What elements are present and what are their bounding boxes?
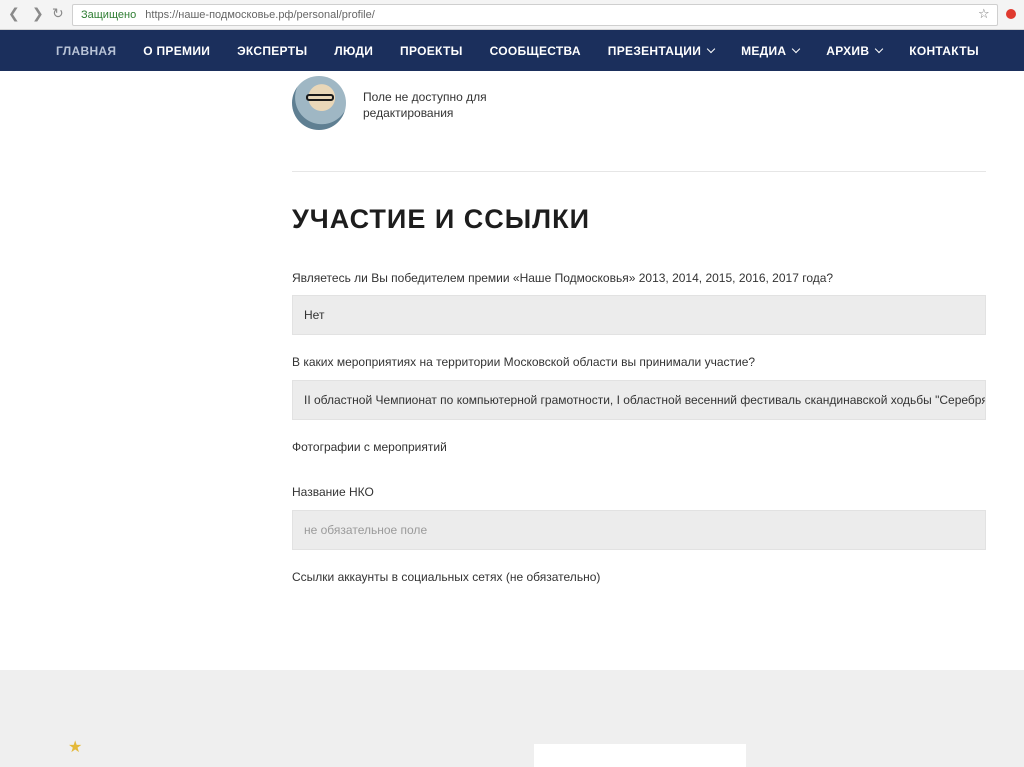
nav-item-label: ПРЕЗЕНТАЦИИ [607, 43, 702, 58]
social-links-label: Ссылки аккаунты в социальных сетях (не о… [292, 570, 601, 584]
section-divider [292, 171, 986, 172]
browser-toolbar: ❮ ❯ ↻ Защищено https://наше-подмосковье.… [0, 0, 1024, 30]
winner-answer-field[interactable]: Нет [292, 295, 986, 335]
avatar-glasses [306, 94, 334, 101]
photos-label: Фотографии с мероприятий [292, 440, 447, 454]
footer-search-strip [534, 744, 746, 767]
secure-label: Защищено [81, 9, 137, 21]
address-bar[interactable]: Защищено https://наше-подмосковье.рф/per… [72, 4, 998, 26]
nav-item-label: АРХИВ [826, 43, 870, 58]
nav-item-5[interactable]: СООБЩЕСТВА [490, 44, 581, 58]
main-navigation: ГЛАВНАЯ О ПРЕМИИ ЭКСПЕРТЫ ЛЮДИ ПРОЕКТЫ СООБЩЕ… [0, 30, 1024, 71]
nav-item-label: ЛЮДИ [334, 43, 374, 58]
nav-item-1[interactable]: О ПРЕМИИ [143, 44, 210, 58]
nav-item-label: СООБЩЕСТВА [489, 43, 581, 58]
footer-logo-icon: ★ [68, 739, 83, 756]
chevron-down-icon [792, 44, 801, 54]
back-arrow-icon[interactable]: ❮ [8, 6, 20, 20]
avatar-note: Поле не доступно для редактирования [363, 90, 487, 120]
nav-item-label: МЕДИА [741, 43, 787, 58]
nav-item-8[interactable]: АРХИВ [826, 43, 884, 58]
nav-item-9[interactable]: КОНТАКТЫ [909, 44, 979, 58]
events-question-label: В каких мероприятиях на территории Моско… [292, 355, 756, 369]
winner-question-label: Являетесь ли Вы победителем премии «Наше… [292, 271, 834, 285]
nav-item-label: ГЛАВНАЯ [56, 43, 117, 58]
forward-arrow-icon[interactable]: ❯ [32, 6, 44, 20]
chevron-down-icon [706, 44, 716, 54]
nav-item-label: О ПРЕМИИ [143, 43, 211, 58]
reload-icon[interactable]: ↻ [52, 6, 64, 20]
nav-item-3[interactable]: ЛЮДИ [334, 44, 373, 58]
url-text: https://наше-подмосковье.рф/personal/pro… [145, 9, 375, 21]
avatar [292, 76, 346, 130]
nav-item-0[interactable]: ГЛАВНАЯ [56, 44, 116, 58]
nko-label: Название НКО [292, 485, 374, 499]
chevron-down-icon [875, 44, 884, 54]
extension-icon[interactable] [1006, 9, 1016, 19]
nav-item-6[interactable]: ПРЕЗЕНТАЦИИ [607, 43, 716, 58]
nav-item-2[interactable]: ЭКСПЕРТЫ [237, 44, 307, 58]
nko-input[interactable]: не обязательное поле [292, 510, 986, 550]
section-title: УЧАСТИЕ И ССЫЛКИ [292, 204, 590, 234]
nav-item-label: ПРОЕКТЫ [400, 43, 463, 58]
star-icon[interactable]: ☆ [978, 7, 990, 20]
nav-item-label: ЭКСПЕРТЫ [237, 43, 308, 58]
nav-item-4[interactable]: ПРОЕКТЫ [400, 44, 463, 58]
events-field[interactable]: II областной Чемпионат по компьютерной г… [292, 380, 986, 420]
nav-item-7[interactable]: МЕДИА [741, 43, 801, 58]
nav-item-label: КОНТАКТЫ [909, 43, 979, 58]
footer: ★ [0, 670, 1024, 767]
